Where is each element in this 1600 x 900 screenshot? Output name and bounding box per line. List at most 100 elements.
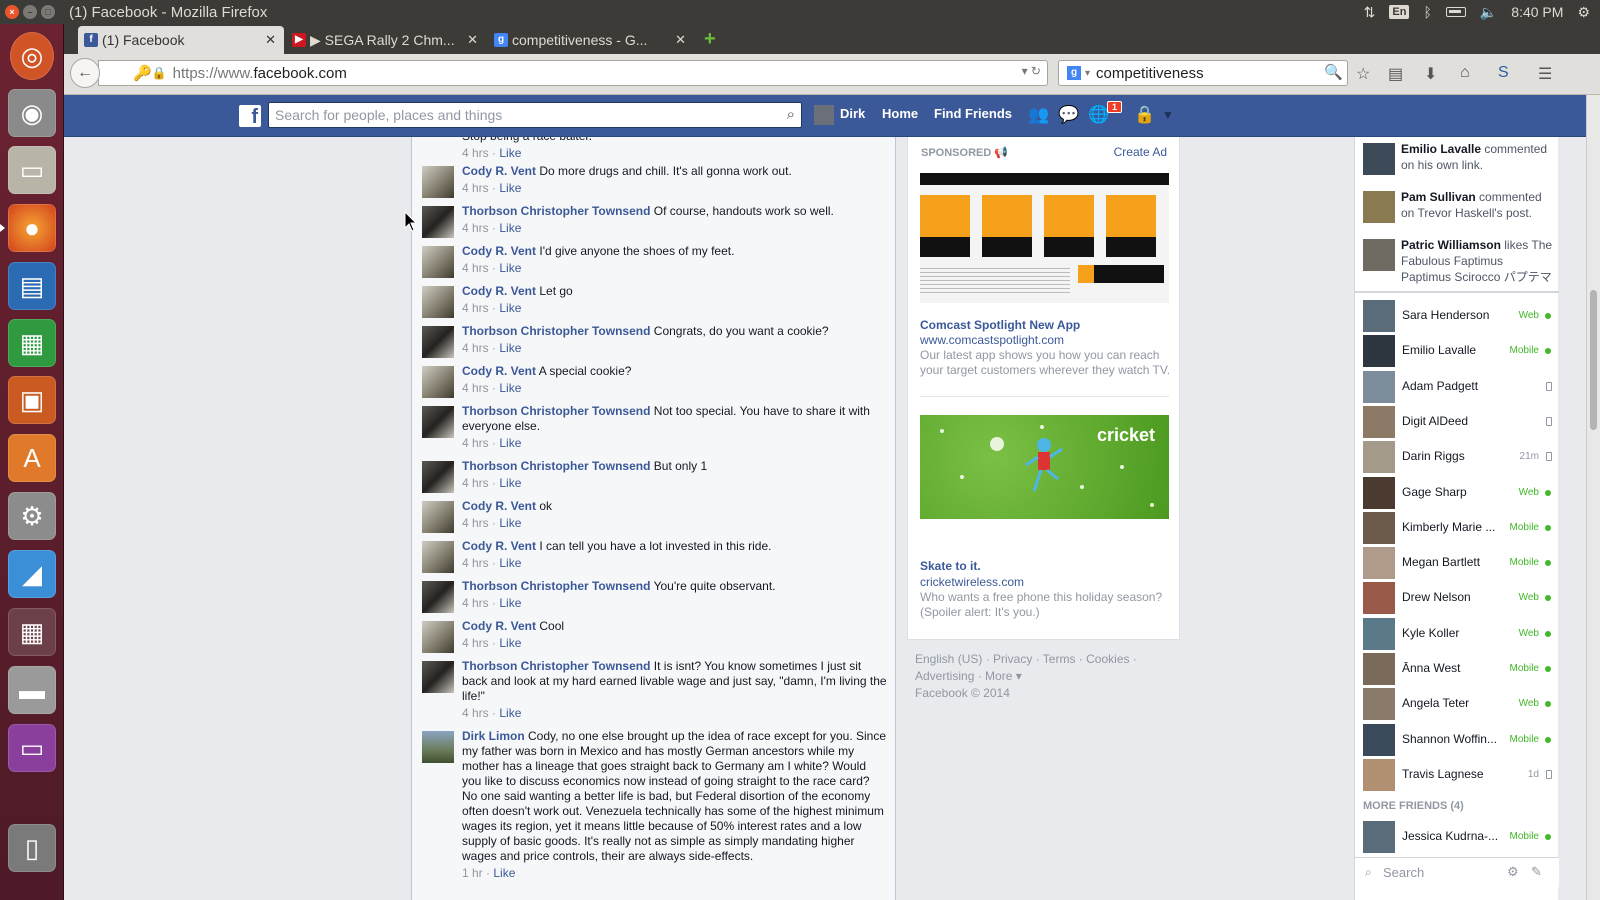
clock[interactable]: 8:40 PM <box>1511 4 1563 20</box>
chat-friend-row[interactable]: Digit AlDeed <box>1363 405 1553 441</box>
chat-friend-row[interactable]: Kyle Koller Web <box>1363 617 1553 653</box>
bookmarks-list-icon[interactable]: ▤ <box>1388 64 1403 84</box>
comment-author[interactable]: Cody R. Vent <box>462 244 536 258</box>
reload-icon[interactable]: ▾ ↻ <box>1022 64 1041 78</box>
comment-timestamp[interactable]: 4 hrs <box>462 556 489 570</box>
chat-friend-row[interactable]: Emilio Lavalle Mobile <box>1363 335 1553 370</box>
comment-timestamp[interactable]: 4 hrs <box>462 476 489 490</box>
home-link[interactable]: Home <box>882 106 918 121</box>
chevron-down-icon[interactable]: ▾ <box>1085 68 1090 79</box>
chat-friend-row[interactable]: Kimberly Marie ... Mobile <box>1363 511 1553 547</box>
keyboard-layout-indicator[interactable]: En <box>1389 5 1410 19</box>
notifications-icon[interactable]: 🌐 <box>1088 105 1109 125</box>
comment-avatar[interactable] <box>422 326 454 358</box>
chat-friend-row[interactable]: Drew Nelson Web <box>1363 582 1553 617</box>
comment-like-link[interactable]: Like <box>499 596 521 610</box>
url-bar[interactable]: 🔑 🔒 https://www. facebook.com ▾ ↻ <box>98 60 1048 86</box>
writer-app-icon[interactable]: ▤ <box>8 262 56 310</box>
comment-author[interactable]: Thorbson Christopher Townsend <box>462 579 650 593</box>
comment-like-link[interactable]: Like <box>499 476 521 490</box>
comment-avatar[interactable] <box>422 621 454 653</box>
chat-friend-row[interactable]: Angela Teter Web <box>1363 688 1553 723</box>
chat-friend-row[interactable]: Ānna West Mobile <box>1363 653 1553 688</box>
comment-author[interactable]: Thorbson Christopher Townsend <box>462 204 650 218</box>
comment-author[interactable]: Thorbson Christopher Townsend <box>462 659 650 673</box>
drive-icon[interactable]: ▬ <box>8 666 56 714</box>
comment-timestamp[interactable]: 4 hrs <box>462 706 489 720</box>
search-icon[interactable]: ⌕ <box>787 103 795 127</box>
user-avatar[interactable] <box>814 105 834 125</box>
comment-author[interactable]: Cody R. Vent <box>462 539 536 553</box>
new-tab-button[interactable]: + <box>704 28 716 51</box>
comment-avatar[interactable] <box>422 581 454 613</box>
comment-avatar[interactable] <box>422 501 454 533</box>
comment-like-link[interactable]: Like <box>499 341 521 355</box>
chat-friend-row[interactable]: Darin Riggs 21m <box>1363 441 1553 476</box>
tab-close-icon[interactable]: ✕ <box>265 32 276 48</box>
tab-youtube[interactable]: ▶ ▶ SEGA Rally 2 Chm... ✕ <box>286 26 486 54</box>
comment-avatar[interactable] <box>422 366 454 398</box>
profile-link[interactable]: Dirk <box>840 106 865 121</box>
menu-icon[interactable]: ☰ <box>1538 64 1552 84</box>
gear-icon[interactable]: ⚙ <box>1577 4 1590 21</box>
notification-badge[interactable]: 1 <box>1107 101 1123 113</box>
comment-author[interactable]: Cody R. Vent <box>462 619 536 633</box>
comment-like-link[interactable]: Like <box>499 706 521 720</box>
comment-like-link[interactable]: Like <box>499 436 521 450</box>
tab-close-icon[interactable]: ✕ <box>467 32 478 48</box>
back-button[interactable]: ← <box>70 58 100 88</box>
footer-links[interactable]: Advertising · More ▾ <box>915 668 1175 685</box>
friend-requests-icon[interactable]: 👥 <box>1028 105 1049 125</box>
comment-avatar[interactable] <box>422 541 454 573</box>
chat-friend-row[interactable]: Sara Henderson Web <box>1363 300 1553 335</box>
comment-author[interactable]: Thorbson Christopher Townsend <box>462 459 650 473</box>
comment-author[interactable]: Cody R. Vent <box>462 499 536 513</box>
comcast-ad-image[interactable] <box>920 173 1169 303</box>
trash-icon[interactable]: ▯ <box>8 824 56 872</box>
new-message-icon[interactable]: ✎ <box>1531 864 1542 880</box>
ticker-item[interactable]: Pam Sullivan commented on Trevor Haskell… <box>1363 189 1553 237</box>
ubuntu-dash-icon[interactable]: ◎ <box>10 32 54 80</box>
comment-timestamp[interactable]: 4 hrs <box>462 221 489 235</box>
chat-friend-row[interactable]: Megan Bartlett Mobile <box>1363 547 1553 582</box>
ad-url[interactable]: cricketwireless.com <box>920 575 1024 589</box>
comment-avatar[interactable] <box>422 166 454 198</box>
comment-author[interactable]: Cody R. Vent <box>462 284 536 298</box>
comment-avatar[interactable] <box>422 286 454 318</box>
identity-icon[interactable]: 🔑 <box>133 64 152 82</box>
ticker-actor-name[interactable]: Emilio Lavalle <box>1401 142 1481 156</box>
google-search-engine-icon[interactable]: g <box>1067 66 1081 80</box>
comment-author[interactable]: Dirk Limon <box>462 729 525 743</box>
app-window-icon[interactable]: ▭ <box>8 724 56 772</box>
comment-avatar[interactable] <box>422 461 454 493</box>
footer-links[interactable]: English (US) · Privacy · Terms · Cookies… <box>915 651 1175 668</box>
create-ad-link[interactable]: Create Ad <box>1114 145 1167 159</box>
account-menu-chevron-icon[interactable]: ▼ <box>1162 108 1174 122</box>
chat-friend-row[interactable]: Gage Sharp Web <box>1363 476 1553 512</box>
software-center-icon[interactable]: A <box>8 434 56 482</box>
facebook-search-input[interactable]: Search for people, places and things ⌕ <box>268 102 802 128</box>
ad-title[interactable]: Comcast Spotlight New App <box>920 318 1080 332</box>
chat-friend-row[interactable]: Adam Padgett <box>1363 370 1553 406</box>
ticker-actor-name[interactable]: Patric Williamson <box>1401 238 1501 252</box>
camera-app-icon[interactable]: ◉ <box>8 89 56 137</box>
comment-like-link[interactable]: Like <box>499 181 521 195</box>
comment-like-link[interactable]: Like <box>499 381 521 395</box>
chat-friend-row[interactable]: Travis Lagnese 1d <box>1363 758 1553 794</box>
ticker-avatar[interactable] <box>1363 239 1395 271</box>
ticker-avatar[interactable] <box>1363 191 1395 223</box>
comment-author[interactable]: Thorbson Christopher Townsend <box>462 404 650 418</box>
workspaces-icon[interactable]: ▦ <box>8 608 56 656</box>
chat-friend-row[interactable]: Shannon Woffin... Mobile <box>1363 723 1553 759</box>
chat-friend-row[interactable]: Jessica Kudrna-... Mobile <box>1363 821 1553 856</box>
ad-url[interactable]: www.comcastspotlight.com <box>920 333 1064 347</box>
comment-timestamp[interactable]: 4 hrs <box>462 596 489 610</box>
settings-app-icon[interactable]: ⚙ <box>8 492 56 540</box>
privacy-shortcuts-icon[interactable]: 🔒 <box>1134 105 1155 125</box>
ticker-item[interactable]: Emilio Lavalle commented on his own link… <box>1363 141 1553 189</box>
home-icon[interactable]: ⌂ <box>1460 64 1470 82</box>
comment-timestamp[interactable]: 4 hrs <box>462 146 489 160</box>
comment-timestamp[interactable]: 4 hrs <box>462 436 489 450</box>
network-arrows-icon[interactable]: ⇅ <box>1364 4 1376 21</box>
comment-like-link[interactable]: Like <box>499 516 521 530</box>
